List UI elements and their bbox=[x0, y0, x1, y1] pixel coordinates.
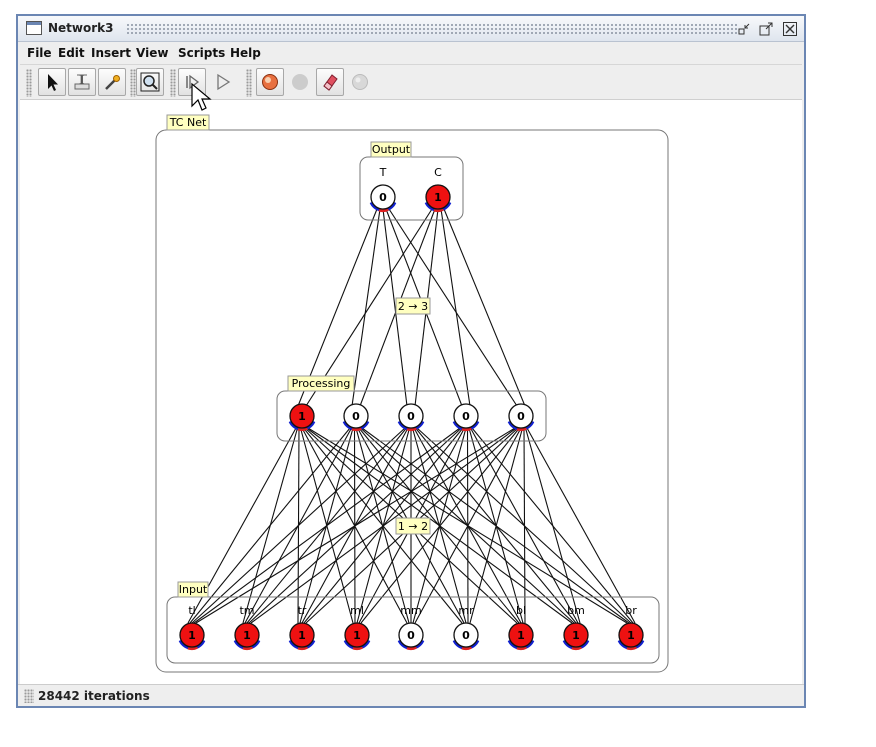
synapse-line bbox=[297, 427, 300, 624]
neuron-activation: 1 bbox=[627, 629, 635, 642]
toolbar-grip-3[interactable] bbox=[170, 69, 176, 97]
processing-neuron-4[interactable]: 0 bbox=[452, 403, 480, 432]
neuron-activation: 1 bbox=[572, 629, 580, 642]
neuron-activation: 1 bbox=[298, 410, 306, 423]
menu-view[interactable]: View bbox=[136, 46, 168, 60]
application-window: Network3 File Edit Insert View Scripts H… bbox=[16, 14, 806, 708]
neuron-activation: 1 bbox=[434, 191, 442, 204]
output-group-label: Output bbox=[372, 143, 411, 156]
neuron-label: mm bbox=[400, 604, 421, 617]
neuron-activation: 0 bbox=[407, 410, 415, 423]
network-group-border bbox=[155, 129, 669, 673]
status-text: 28442 iterations bbox=[38, 689, 150, 703]
neuron-label: T bbox=[379, 166, 387, 179]
input-neuron-mr[interactable]: 0 mr bbox=[452, 604, 480, 651]
clear-icon bbox=[352, 74, 368, 90]
zoom-icon bbox=[140, 72, 160, 92]
edit-text-icon: I bbox=[74, 73, 90, 90]
neuron-activation: 0 bbox=[462, 410, 470, 423]
play-icon bbox=[217, 73, 231, 91]
wand-button[interactable] bbox=[98, 68, 126, 96]
neuron-activation: 1 bbox=[188, 629, 196, 642]
synapse-group-label-2-3: 2 → 3 bbox=[398, 300, 428, 313]
randomize-button[interactable] bbox=[256, 68, 284, 96]
processing-neuron-3[interactable]: 0 bbox=[397, 403, 425, 432]
synapse-line bbox=[351, 208, 381, 407]
minimize-icon[interactable] bbox=[736, 21, 752, 37]
input-neuron-tr[interactable]: 1 tr bbox=[288, 604, 316, 651]
input-neuron-bm[interactable]: 1 bm bbox=[562, 604, 590, 651]
toolbar-grip-4[interactable] bbox=[246, 69, 252, 97]
eraser-button[interactable] bbox=[316, 68, 344, 96]
neuron-label: tr bbox=[298, 604, 307, 617]
input-neuron-bl[interactable]: 1 bl bbox=[507, 604, 535, 651]
menu-scripts[interactable]: Scripts bbox=[178, 46, 225, 60]
menu-edit[interactable]: Edit bbox=[58, 46, 85, 60]
network-canvas[interactable]: TC Net Output Processing Input 2 → 3 1 →… bbox=[20, 100, 802, 684]
neuron-label: tm bbox=[239, 604, 254, 617]
neuron-activation: 0 bbox=[517, 410, 525, 423]
window-title: Network3 bbox=[48, 21, 114, 35]
toolbar-grip[interactable] bbox=[26, 69, 32, 97]
clear-button[interactable] bbox=[346, 68, 374, 96]
menu-help[interactable]: Help bbox=[230, 46, 261, 60]
status-bar: 28442 iterations bbox=[18, 684, 804, 706]
neuron-label: C bbox=[434, 166, 442, 179]
close-icon[interactable] bbox=[782, 21, 798, 37]
edit-text-button[interactable]: I bbox=[68, 68, 96, 96]
stop-circle-icon bbox=[292, 74, 308, 90]
synapse-group-label-1-2: 1 → 2 bbox=[398, 520, 428, 533]
select-button[interactable] bbox=[38, 68, 66, 96]
input-group-label: Input bbox=[179, 583, 208, 596]
eraser-icon bbox=[323, 74, 338, 91]
window-icon bbox=[26, 21, 42, 35]
network-group-label: TC Net bbox=[169, 116, 207, 129]
processing-group-label: Processing bbox=[292, 377, 351, 390]
processing-neuron-2[interactable]: 0 bbox=[342, 403, 370, 432]
maximize-icon[interactable] bbox=[758, 21, 774, 37]
input-neuron-tm[interactable]: 1 tm bbox=[233, 604, 261, 651]
synapse-line bbox=[443, 208, 526, 407]
neuron-activation: 1 bbox=[353, 629, 361, 642]
neuron-activation: 1 bbox=[243, 629, 251, 642]
menu-file[interactable]: File bbox=[27, 46, 52, 60]
menu-insert[interactable]: Insert bbox=[91, 46, 131, 60]
neuron-activation: 1 bbox=[298, 629, 306, 642]
neuron-label: mr bbox=[458, 604, 474, 617]
status-grip bbox=[24, 689, 34, 703]
wand-icon bbox=[105, 75, 120, 90]
synapse-line bbox=[526, 427, 636, 624]
input-neuron-mm[interactable]: 0 mm bbox=[397, 604, 425, 651]
neuron-label: bm bbox=[567, 604, 585, 617]
neuron-activation: 1 bbox=[517, 629, 525, 642]
neuron-label: bl bbox=[516, 604, 526, 617]
menu-bar: File Edit Insert View Scripts Help bbox=[18, 42, 804, 64]
neuron-activation: 0 bbox=[407, 629, 415, 642]
randomize-icon bbox=[262, 74, 278, 90]
neuron-activation: 0 bbox=[462, 629, 470, 642]
mouse-cursor-icon bbox=[191, 82, 212, 111]
synapse-line bbox=[440, 208, 471, 407]
stop-button[interactable] bbox=[286, 68, 314, 96]
neuron-label: ml bbox=[350, 604, 364, 617]
output-neuron-C[interactable]: 1C bbox=[424, 166, 452, 213]
processing-neuron-5[interactable]: 0 bbox=[507, 403, 535, 432]
neuron-label: tl bbox=[188, 604, 195, 617]
network-diagram[interactable]: TC Net Output Processing Input 2 → 3 1 →… bbox=[20, 100, 802, 684]
select-arrow-icon bbox=[48, 74, 58, 91]
toolbar: I bbox=[20, 64, 802, 100]
neuron-activation: 0 bbox=[352, 410, 360, 423]
neuron-activation: 0 bbox=[379, 191, 387, 204]
zoom-button[interactable] bbox=[136, 68, 164, 96]
title-grip bbox=[126, 23, 738, 35]
processing-neuron-1[interactable]: 1 bbox=[288, 403, 316, 432]
title-bar[interactable]: Network3 bbox=[18, 16, 804, 42]
neuron-label: br bbox=[625, 604, 637, 617]
play-button[interactable] bbox=[208, 68, 236, 96]
output-neuron-T[interactable]: 0T bbox=[369, 166, 397, 213]
